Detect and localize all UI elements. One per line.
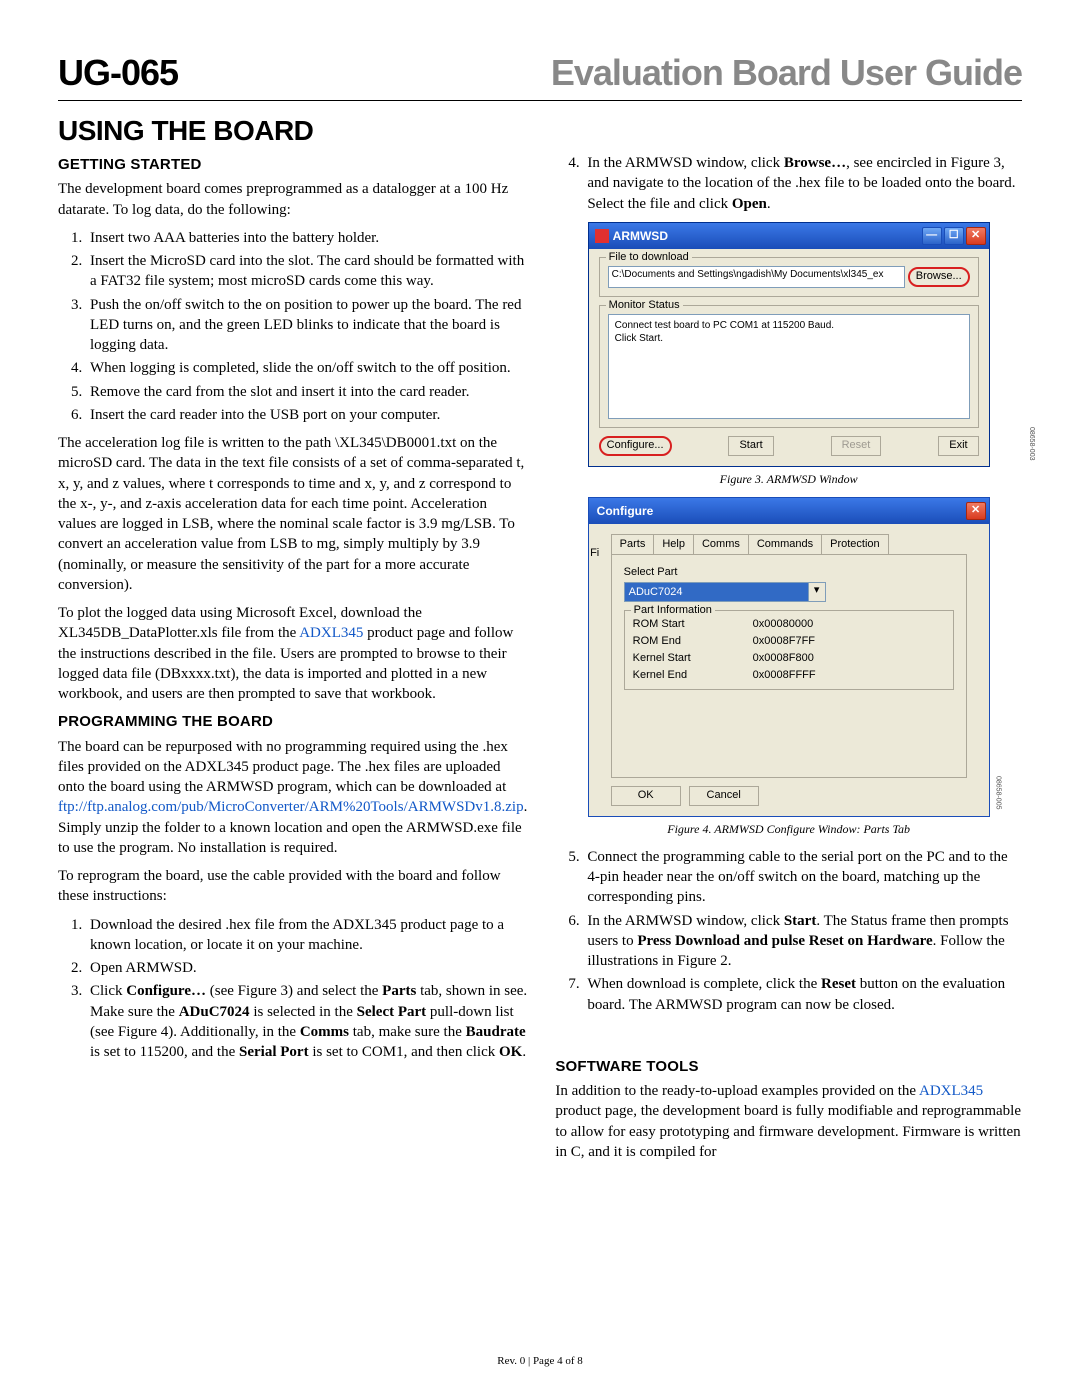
close-icon[interactable]: ✕ (966, 227, 986, 245)
select-part-combo[interactable]: ADuC7024 ▾ (624, 582, 826, 603)
para: In addition to the ready-to-upload examp… (555, 1081, 1022, 1162)
para: To reprogram the board, use the cable pr… (58, 866, 527, 907)
configure-button[interactable]: Configure... (599, 436, 672, 456)
cancel-button[interactable]: Cancel (689, 786, 759, 806)
para: To plot the logged data using Microsoft … (58, 603, 527, 704)
figure-code: 08658-005 (993, 776, 1002, 809)
list-item: Insert the card reader into the USB port… (86, 405, 527, 425)
monitor-status-group: Monitor Status Connect test board to PC … (599, 305, 979, 428)
group-label: Part Information (631, 603, 715, 618)
list-item: Remove the card from the slot and insert… (86, 382, 527, 402)
group-label: Monitor Status (606, 298, 683, 313)
start-button[interactable]: Start (728, 436, 773, 456)
para: The board can be repurposed with no prog… (58, 737, 527, 859)
list-item: When download is complete, click the Res… (583, 974, 1022, 1015)
window-title: ARMWSD (613, 228, 668, 244)
file-download-group: File to download C:\Documents and Settin… (599, 257, 979, 297)
close-icon[interactable]: ✕ (966, 502, 986, 520)
info-val: 0x0008F7FF (753, 634, 945, 649)
subhead-software-tools: SOFTWARE TOOLS (555, 1057, 1022, 1077)
info-key: Kernel End (633, 668, 733, 683)
status-text: Connect test board to PC COM1 at 115200 … (608, 314, 970, 419)
info-key: ROM End (633, 634, 733, 649)
window-titlebar: ARMWSD — ☐ ✕ (589, 223, 989, 249)
group-label: File to download (606, 250, 692, 265)
app-icon (595, 229, 609, 243)
tab-help[interactable]: Help (653, 534, 694, 554)
window-titlebar: Configure ✕ (589, 498, 989, 524)
select-part-label: Select Part (624, 565, 954, 580)
reset-button[interactable]: Reset (831, 436, 882, 456)
list-item: Insert the MicroSD card into the slot. T… (86, 251, 527, 292)
subhead-getting-started: GETTING STARTED (58, 155, 527, 175)
page-header: UG-065 Evaluation Board User Guide (58, 52, 1022, 101)
para: The acceleration log file is written to … (58, 433, 527, 595)
getting-started-list: Insert two AAA batteries into the batter… (58, 228, 527, 425)
programming-list-cont: In the ARMWSD window, click Browse…, see… (555, 153, 1022, 214)
armwsd-window: ARMWSD — ☐ ✕ File to download C:\Documen… (588, 222, 990, 467)
doc-title: Evaluation Board User Guide (551, 52, 1022, 94)
tab-commands[interactable]: Commands (748, 534, 822, 554)
subhead-programming: PROGRAMMING THE BOARD (58, 712, 527, 732)
part-info-group: Part Information ROM Start0x00080000 ROM… (624, 610, 954, 689)
configure-window: Configure ✕ Fi Parts Help Comms Commands… (588, 497, 990, 817)
list-item: Connect the programming cable to the ser… (583, 847, 1022, 908)
right-column: In the ARMWSD window, click Browse…, see… (555, 149, 1022, 1170)
info-val: 0x00080000 (753, 617, 945, 632)
link-adxl345[interactable]: ADXL345 (919, 1083, 983, 1099)
tab-protection[interactable]: Protection (821, 534, 889, 554)
ok-button[interactable]: OK (611, 786, 681, 806)
list-item: Open ARMWSD. (86, 958, 527, 978)
list-item: Download the desired .hex file from the … (86, 915, 527, 956)
info-val: 0x0008F800 (753, 651, 945, 666)
list-item: Click Configure… (see Figure 3) and sele… (86, 981, 527, 1062)
tab-panel: Select Part ADuC7024 ▾ Part Information … (611, 554, 967, 778)
exit-button[interactable]: Exit (938, 436, 978, 456)
para: The development board comes preprogramme… (58, 179, 527, 220)
chevron-down-icon[interactable]: ▾ (808, 583, 825, 602)
programming-list-cont2: Connect the programming cable to the ser… (555, 847, 1022, 1015)
list-item: Insert two AAA batteries into the batter… (86, 228, 527, 248)
left-column: GETTING STARTED The development board co… (58, 149, 527, 1170)
window-title: Configure (597, 503, 654, 519)
link-armwsd-zip[interactable]: ftp://ftp.analog.com/pub/MicroConverter/… (58, 799, 524, 815)
page-footer: Rev. 0 | Page 4 of 8 (0, 1355, 1080, 1367)
info-val: 0x0008FFFF (753, 668, 945, 683)
maximize-icon[interactable]: ☐ (944, 227, 964, 245)
tab-comms[interactable]: Comms (693, 534, 749, 554)
combo-value: ADuC7024 (625, 583, 808, 602)
tabs: Parts Help Comms Commands Protection (611, 534, 977, 554)
info-key: ROM Start (633, 617, 733, 632)
figure-caption: Figure 4. ARMWSD Configure Window: Parts… (555, 821, 1022, 837)
list-item: Push the on/off switch to the on positio… (86, 295, 527, 356)
link-adxl345[interactable]: ADXL345 (299, 625, 363, 641)
figure-code: 08658-003 (1027, 427, 1036, 460)
section-title: USING THE BOARD (58, 115, 1022, 147)
tab-parts[interactable]: Parts (611, 534, 655, 554)
list-item: When logging is completed, slide the on/… (86, 358, 527, 378)
list-item: In the ARMWSD window, click Browse…, see… (583, 153, 1022, 214)
minimize-icon[interactable]: — (922, 227, 942, 245)
doc-id: UG-065 (58, 52, 178, 94)
figure-caption: Figure 3. ARMWSD Window (555, 471, 1022, 487)
browse-button[interactable]: Browse... (908, 267, 970, 287)
info-key: Kernel Start (633, 651, 733, 666)
file-path-input[interactable]: C:\Documents and Settings\ngadish\My Doc… (608, 266, 905, 288)
list-item: In the ARMWSD window, click Start. The S… (583, 911, 1022, 972)
programming-list: Download the desired .hex file from the … (58, 915, 527, 1063)
background-stub: Fi (587, 546, 603, 560)
